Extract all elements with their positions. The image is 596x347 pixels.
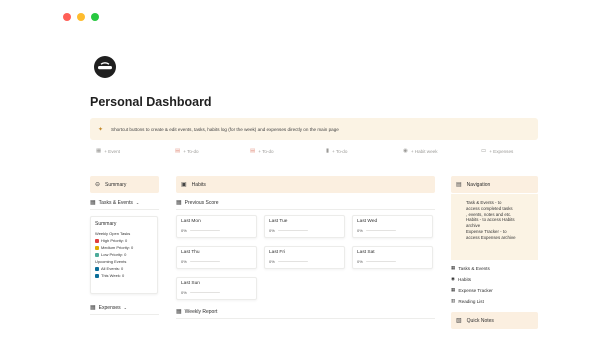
quick-notes-header[interactable]: ▧ Quick Notes [451,312,538,329]
grid-icon: ▦ [176,200,182,206]
green-square-icon [95,252,99,257]
expenses-toggle[interactable]: ▦ Expenses ⌄ [90,304,159,315]
grid-icon: ▦ [451,265,456,270]
check-circle-icon: ◉ [403,148,408,154]
note-icon: ▤ [250,148,256,154]
habit-score-card[interactable]: Last Wed 0% [352,215,433,238]
navigation-header[interactable]: ▤ Navigation [451,176,538,193]
habits-column: ▣ Habits [176,176,435,193]
window-controls [63,13,99,21]
sparkle-icon: ✦ [98,126,104,133]
check-circle-icon: ◉ [451,276,456,281]
habit-score-card[interactable]: Last Thu 0% [176,246,257,269]
habit-score-card[interactable]: Last Tue 0% [264,215,345,238]
progress-bar [365,260,396,263]
summary-header[interactable]: ⊖ Summary [90,176,159,193]
summary-line: Medium Priority: 0 [95,244,153,251]
folder-icon: ▤ [456,182,462,188]
summary-card[interactable]: Summary Weekly Open Tasks High Priority:… [90,216,158,294]
add-todo-button[interactable]: ▤ + To-do [175,148,199,154]
summary-line: Upcoming Events [95,259,127,264]
chevron-down-icon: ⌄ [135,200,140,205]
habit-score-card[interactable]: Last Fri 0% [264,246,345,269]
add-expenses-button[interactable]: ▭ + Expenses [481,148,513,154]
summary-card-title: Summary [95,221,117,227]
grid-icon: ▦ [451,287,456,292]
chevron-down-icon: ⌄ [123,305,127,310]
summary-line: This Week: 0 [95,272,153,279]
page-title: Personal Dashboard [90,95,212,109]
book-icon: ▥ [451,298,456,303]
habits-header[interactable]: ▣ Habits [176,176,435,193]
summary-line: All Events: 0 [95,265,153,272]
link-reading-list[interactable]: ▥ Reading List [451,298,484,304]
blue-square-icon [95,266,99,271]
grid-icon: ▦ [90,200,96,206]
grid-icon: ▦ [90,305,96,311]
shortcut-buttons: ▦ + Event ▤ + To-do ▤ + To-do ▮ + To-do … [90,148,538,158]
note-icon: ▧ [456,318,462,324]
habit-score-card[interactable]: Last Sat 0% [352,246,433,269]
progress-bar [277,260,308,263]
add-todo-button-2[interactable]: ▤ + To-do [250,148,274,154]
calendar-icon: ▦ [96,148,102,154]
add-todo-button-3[interactable]: ▮ + To-do [326,148,347,154]
progress-bar [189,229,220,232]
note-icon: ▤ [175,148,181,154]
summary-column: ⊖ Summary [90,176,159,193]
zoom-window-button[interactable] [91,13,99,21]
navigation-column: ▤ Navigation [451,176,538,193]
blue-square-icon [95,273,99,278]
progress-bar [189,260,220,263]
no-smoking-circle-icon: ⊖ [95,182,101,188]
progress-bar [365,229,396,232]
progress-bar [189,291,220,294]
callout: ✦ Shortcut buttons to create & edit even… [90,118,538,140]
habit-score-card[interactable]: Last Sun 0% [176,277,257,300]
bookmark-icon: ▮ [326,148,330,154]
close-window-button[interactable] [63,13,71,21]
summary-line: Low Priority: 0 [95,251,153,258]
progress-bar [277,229,308,232]
previous-score-tab[interactable]: ▦ Previous Score [176,199,435,210]
summary-line: Weekly Open Tasks [95,231,131,236]
callout-text: Shortcut buttons to create & edit events… [111,126,339,132]
navigation-callout: Task & Events - to access completed task… [451,194,538,260]
tasks-events-toggle[interactable]: ▦ Tasks & Events ⌄ [90,199,159,210]
add-habit-week-button[interactable]: ◉ + Habit week [403,148,438,154]
red-square-icon [95,238,99,243]
link-expense-tracker[interactable]: ▦ Expense Tracker [451,287,493,293]
add-event-button[interactable]: ▦ + Event [96,148,120,154]
link-tasks-events[interactable]: ▦ Tasks & Events [451,265,490,271]
habit-score-card[interactable]: Last Mon 0% [176,215,257,238]
money-icon: ▭ [481,148,487,154]
weekly-report-tab[interactable]: ▦ Weekly Report [176,308,435,319]
habits-icon: ▣ [181,182,187,188]
minimize-window-button[interactable] [77,13,85,21]
yellow-square-icon [95,245,99,250]
link-habits[interactable]: ◉ Habits [451,276,471,282]
grid-icon: ▦ [176,309,182,315]
summary-line: High Priority: 0 [95,237,153,244]
no-smoking-circle-icon[interactable] [93,55,117,79]
